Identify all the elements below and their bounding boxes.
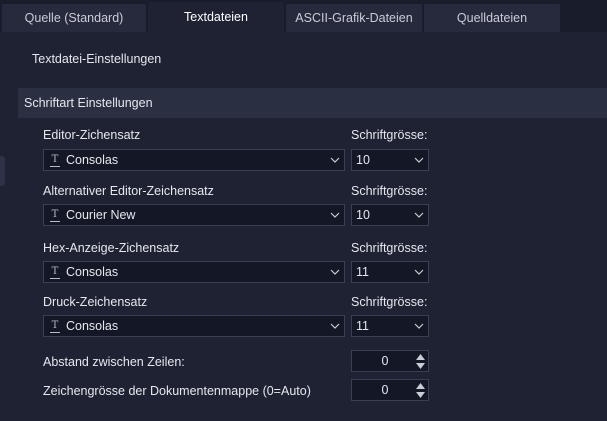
stepper-arrows[interactable] bbox=[412, 380, 428, 400]
alt-editor-font-value: Courier New bbox=[66, 208, 136, 222]
font-size-label: Schriftgrösse: bbox=[351, 184, 428, 198]
line-spacing-value: 0 bbox=[381, 354, 389, 368]
tab-label: ASCII-Grafik-Dateien bbox=[295, 11, 413, 25]
print-font-value: Consolas bbox=[66, 319, 119, 333]
tab-quelle-standard[interactable]: Quelle (Standard) bbox=[2, 4, 146, 32]
chevron-down-icon bbox=[326, 205, 344, 225]
group-header[interactable]: Schriftart Einstellungen bbox=[18, 88, 607, 118]
font-icon: T bbox=[50, 208, 60, 222]
font-size-label: Schriftgrösse: bbox=[351, 128, 428, 142]
alt-editor-font-size-value: 10 bbox=[356, 208, 370, 222]
alt-editor-font-size-select[interactable]: 10 bbox=[351, 204, 429, 226]
editor-font-select[interactable]: T Consolas bbox=[43, 149, 345, 171]
spin-up-icon[interactable] bbox=[415, 382, 425, 389]
chevron-down-icon bbox=[410, 150, 428, 170]
hex-font-value: Consolas bbox=[66, 265, 119, 279]
font-size-label: Schriftgrösse: bbox=[351, 241, 428, 255]
alt-editor-font-label: Alternativer Editor-Zeichensatz bbox=[43, 184, 214, 198]
section-title: Textdatei-Einstellungen bbox=[32, 52, 162, 66]
hex-font-label: Hex-Anzeige-Zichensatz bbox=[43, 241, 180, 255]
print-font-size-select[interactable]: 11 bbox=[351, 315, 429, 337]
stepper-arrows[interactable] bbox=[412, 351, 428, 371]
line-spacing-stepper[interactable]: 0 bbox=[351, 350, 429, 372]
tab-bar: Quelle (Standard) Textdateien ASCII-Graf… bbox=[0, 0, 607, 32]
chevron-down-icon bbox=[410, 262, 428, 282]
chevron-down-icon bbox=[410, 205, 428, 225]
chevron-down-icon bbox=[326, 316, 344, 336]
spin-down-icon[interactable] bbox=[415, 362, 425, 369]
chevron-down-icon bbox=[410, 316, 428, 336]
tab-label: Quelle (Standard) bbox=[24, 11, 124, 25]
tab-textdateien[interactable]: Textdateien bbox=[148, 2, 284, 32]
doc-font-size-value: 0 bbox=[381, 383, 389, 397]
tab-label: Quelldateien bbox=[456, 11, 528, 25]
chevron-down-icon bbox=[326, 150, 344, 170]
hex-font-size-value: 11 bbox=[356, 265, 369, 279]
editor-font-size-select[interactable]: 10 bbox=[351, 149, 429, 171]
doc-font-size-label: Zeichengrösse der Dokumentenmappe (0=Aut… bbox=[43, 384, 311, 398]
doc-font-size-stepper[interactable]: 0 bbox=[351, 379, 429, 401]
font-icon: T bbox=[50, 319, 60, 333]
print-font-select[interactable]: T Consolas bbox=[43, 315, 345, 337]
tab-quelldateien[interactable]: Quelldateien bbox=[424, 4, 560, 32]
font-size-label: Schriftgrösse: bbox=[351, 295, 428, 309]
editor-font-label: Editor-Zichensatz bbox=[43, 128, 141, 142]
font-icon: T bbox=[50, 265, 60, 279]
chevron-down-icon bbox=[326, 262, 344, 282]
editor-font-size-value: 10 bbox=[356, 153, 370, 167]
alt-editor-font-select[interactable]: T Courier New bbox=[43, 204, 345, 226]
tab-ascii-grafik[interactable]: ASCII-Grafik-Dateien bbox=[286, 4, 422, 32]
spin-up-icon[interactable] bbox=[415, 353, 425, 360]
tab-label: Textdateien bbox=[184, 10, 248, 24]
hex-font-select[interactable]: T Consolas bbox=[43, 261, 345, 283]
print-font-label: Druck-Zeichensatz bbox=[43, 295, 148, 309]
group-title: Schriftart Einstellungen bbox=[24, 96, 153, 110]
line-spacing-label: Abstand zwischen Zeilen: bbox=[43, 355, 185, 369]
spin-down-icon[interactable] bbox=[415, 391, 425, 398]
font-icon: T bbox=[50, 153, 60, 167]
print-font-size-value: 11 bbox=[356, 319, 369, 333]
editor-font-value: Consolas bbox=[66, 153, 119, 167]
hex-font-size-select[interactable]: 11 bbox=[351, 261, 429, 283]
side-panel-handle[interactable] bbox=[0, 156, 5, 186]
